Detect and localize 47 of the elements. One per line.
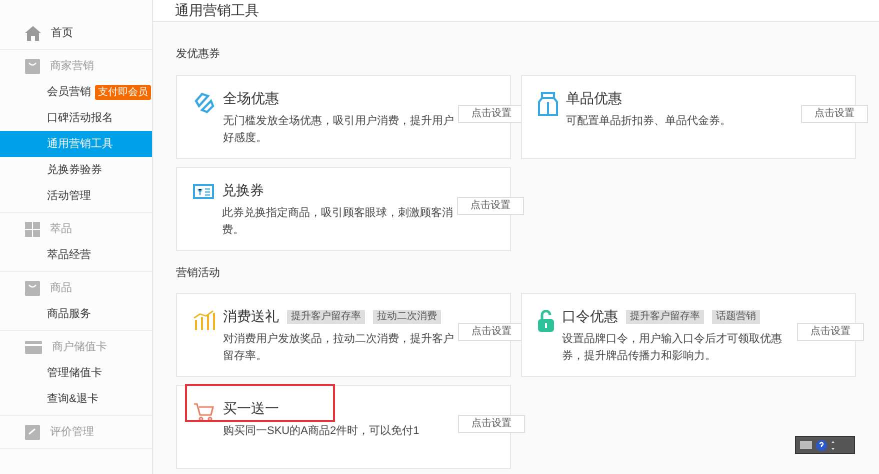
- section-title: 营销活动: [176, 266, 221, 280]
- bar-chart-icon: [193, 310, 215, 330]
- page-title: 通用营销工具: [175, 1, 259, 20]
- card-description: 无门槛发放全场优惠，吸引用户消费，提升用户好感度。: [223, 114, 455, 146]
- sidebar-item[interactable]: 管理储值卡: [0, 360, 152, 386]
- badge: 支付即会员: [95, 84, 151, 100]
- card-description: 可配置单品折扣券、单品代金券。: [566, 114, 732, 128]
- tag-label: 拉动二次消费: [373, 310, 441, 324]
- help-icon[interactable]: [816, 440, 827, 450]
- card-title: 单品优惠: [566, 88, 622, 108]
- sidebar-item[interactable]: 查询&退卡: [0, 386, 152, 412]
- card-title: 兑换券: [222, 180, 264, 200]
- tag-label: 提升客户留存率: [626, 310, 704, 324]
- setup-button[interactable]: 点击设置: [458, 415, 525, 433]
- card-icon: [25, 340, 42, 354]
- grid-icon: [25, 222, 40, 236]
- bag-icon: [25, 280, 40, 296]
- card-description: 此券兑换指定商品，吸引顾客眼球，刺激顾客消费。: [222, 206, 454, 238]
- card-title: 买一送一: [223, 399, 279, 418]
- tag-label: 提升客户留存率: [287, 310, 365, 324]
- card-description: 对消费用户发放奖品，拉动二次消费，提升客户留存率。: [223, 332, 455, 364]
- home-icon: [25, 26, 41, 40]
- milk-carton-icon: [538, 92, 558, 116]
- section-title: 发优惠券: [176, 46, 221, 62]
- unlock-icon: [538, 310, 554, 332]
- bag-icon: [25, 58, 40, 74]
- tag-label: 话题营销: [712, 310, 760, 324]
- sidebar-item[interactable]: 口碑活动报名: [0, 105, 152, 131]
- sidebar-item[interactable]: 商品服务: [0, 301, 152, 327]
- setup-button[interactable]: 点击设置: [797, 323, 864, 341]
- cart-icon: [193, 402, 215, 422]
- card-description: 购买同一SKU的A商品2件时，可以免付1: [223, 424, 420, 439]
- card-title: 全场优惠: [223, 88, 279, 108]
- setup-button[interactable]: 点击设置: [457, 196, 524, 214]
- card-title: 消费送礼: [223, 307, 279, 326]
- more-icon[interactable]: [831, 440, 835, 450]
- card-title: 口令优惠: [562, 307, 618, 326]
- sidebar-item[interactable]: 活动管理: [0, 183, 152, 209]
- edit-icon: [25, 424, 40, 440]
- sidebar-item[interactable]: 会员营销 支付即会员: [0, 79, 152, 105]
- sidebar-item[interactable]: 萃品经营: [0, 242, 152, 268]
- tag-icon: [193, 92, 215, 114]
- setup-button[interactable]: 点击设置: [801, 104, 868, 122]
- sidebar-item[interactable]: 兑换券验券: [0, 157, 152, 183]
- sidebar-group-header[interactable]: 首页: [0, 20, 152, 46]
- voucher-icon: [193, 184, 214, 198]
- card-description: 设置品牌口令，用户输入口令后才可领取优惠券，提升牌品传播力和影响力。: [562, 332, 783, 364]
